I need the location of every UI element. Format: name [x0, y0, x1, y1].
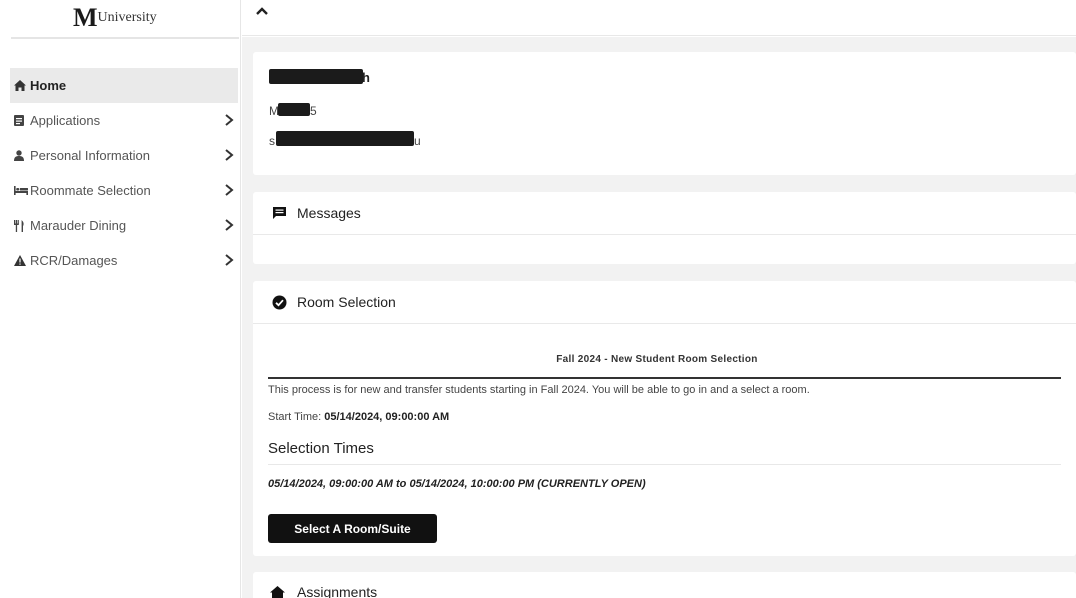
sidebar: M University Home Applications Personal … — [0, 0, 241, 598]
messages-card: Messages — [253, 192, 1076, 264]
user-icon — [10, 150, 30, 161]
chevron-up-icon[interactable] — [255, 6, 269, 16]
id-suffix: 5 — [310, 104, 317, 118]
selection-times-title: Selection Times — [268, 440, 374, 457]
start-time-value: 05/14/2024, 09:00:00 AM — [324, 411, 450, 423]
sidebar-item-personal-information[interactable]: Personal Information — [10, 138, 241, 173]
messages-header[interactable]: Messages — [253, 192, 1076, 235]
process-divider — [268, 377, 1061, 379]
sidebar-item-applications[interactable]: Applications — [10, 103, 241, 138]
top-bar — [242, 0, 1076, 36]
redacted-email — [276, 131, 414, 146]
sidebar-item-roommate-selection[interactable]: Roommate Selection — [10, 173, 241, 208]
assignments-header[interactable]: Assignments — [253, 572, 1076, 598]
sidebar-item-label: Home — [30, 78, 67, 93]
university-logo[interactable]: M University — [73, 0, 157, 32]
sidebar-item-rcr-damages[interactable]: RCR/Damages — [10, 243, 241, 278]
redacted-id — [278, 103, 310, 116]
room-selection-card: Room Selection Fall 2024 - New Student R… — [253, 281, 1076, 556]
assignments-card: Assignments — [253, 572, 1076, 598]
home-icon — [10, 80, 30, 91]
start-time-label: Start Time: — [268, 411, 322, 423]
start-time: Start Time: 05/14/2024, 09:00:00 AM — [268, 411, 449, 423]
selection-time-window: 05/14/2024, 09:00:00 AM to 05/14/2024, 1… — [268, 478, 646, 490]
logo-mark: M — [73, 3, 97, 32]
logo-wordmark: University — [97, 10, 157, 25]
document-icon — [10, 115, 30, 126]
chevron-right-icon — [225, 149, 234, 161]
home-icon — [270, 585, 288, 598]
selection-times-divider — [268, 464, 1061, 465]
sidebar-item-label: Roommate Selection — [30, 183, 151, 198]
sidebar-nav: Home Applications Personal Information R… — [10, 68, 241, 278]
room-selection-title: Room Selection — [297, 294, 396, 310]
chevron-right-icon — [225, 219, 234, 231]
messages-title: Messages — [297, 205, 361, 221]
assignments-title: Assignments — [297, 584, 378, 598]
sidebar-item-label: Marauder Dining — [30, 218, 127, 233]
name-suffix: h — [362, 70, 370, 85]
email-prefix: s — [269, 134, 275, 148]
warning-icon — [10, 255, 30, 266]
bed-icon — [10, 186, 30, 195]
room-selection-header[interactable]: Room Selection — [253, 281, 1076, 324]
process-title: Fall 2024 - New Student Room Selection — [556, 354, 758, 365]
sidebar-item-marauder-dining[interactable]: Marauder Dining — [10, 208, 241, 243]
select-room-button[interactable]: Select A Room/Suite — [268, 514, 437, 543]
chevron-right-icon — [225, 254, 234, 266]
utensils-icon — [10, 219, 30, 232]
message-icon — [270, 204, 288, 222]
redacted-name — [269, 69, 363, 84]
process-description: This process is for new and transfer stu… — [268, 384, 810, 396]
check-circle-icon — [270, 293, 288, 311]
sidebar-item-label: Personal Information — [30, 148, 150, 163]
sidebar-item-label: Applications — [30, 113, 101, 128]
sidebar-divider — [11, 37, 239, 39]
sidebar-item-label: RCR/Damages — [30, 253, 118, 268]
chevron-right-icon — [225, 114, 234, 126]
sidebar-item-home[interactable]: Home — [10, 68, 238, 103]
email-suffix: u — [414, 134, 421, 148]
chevron-right-icon — [225, 184, 234, 196]
profile-card: h M 5 s u — [253, 52, 1076, 175]
